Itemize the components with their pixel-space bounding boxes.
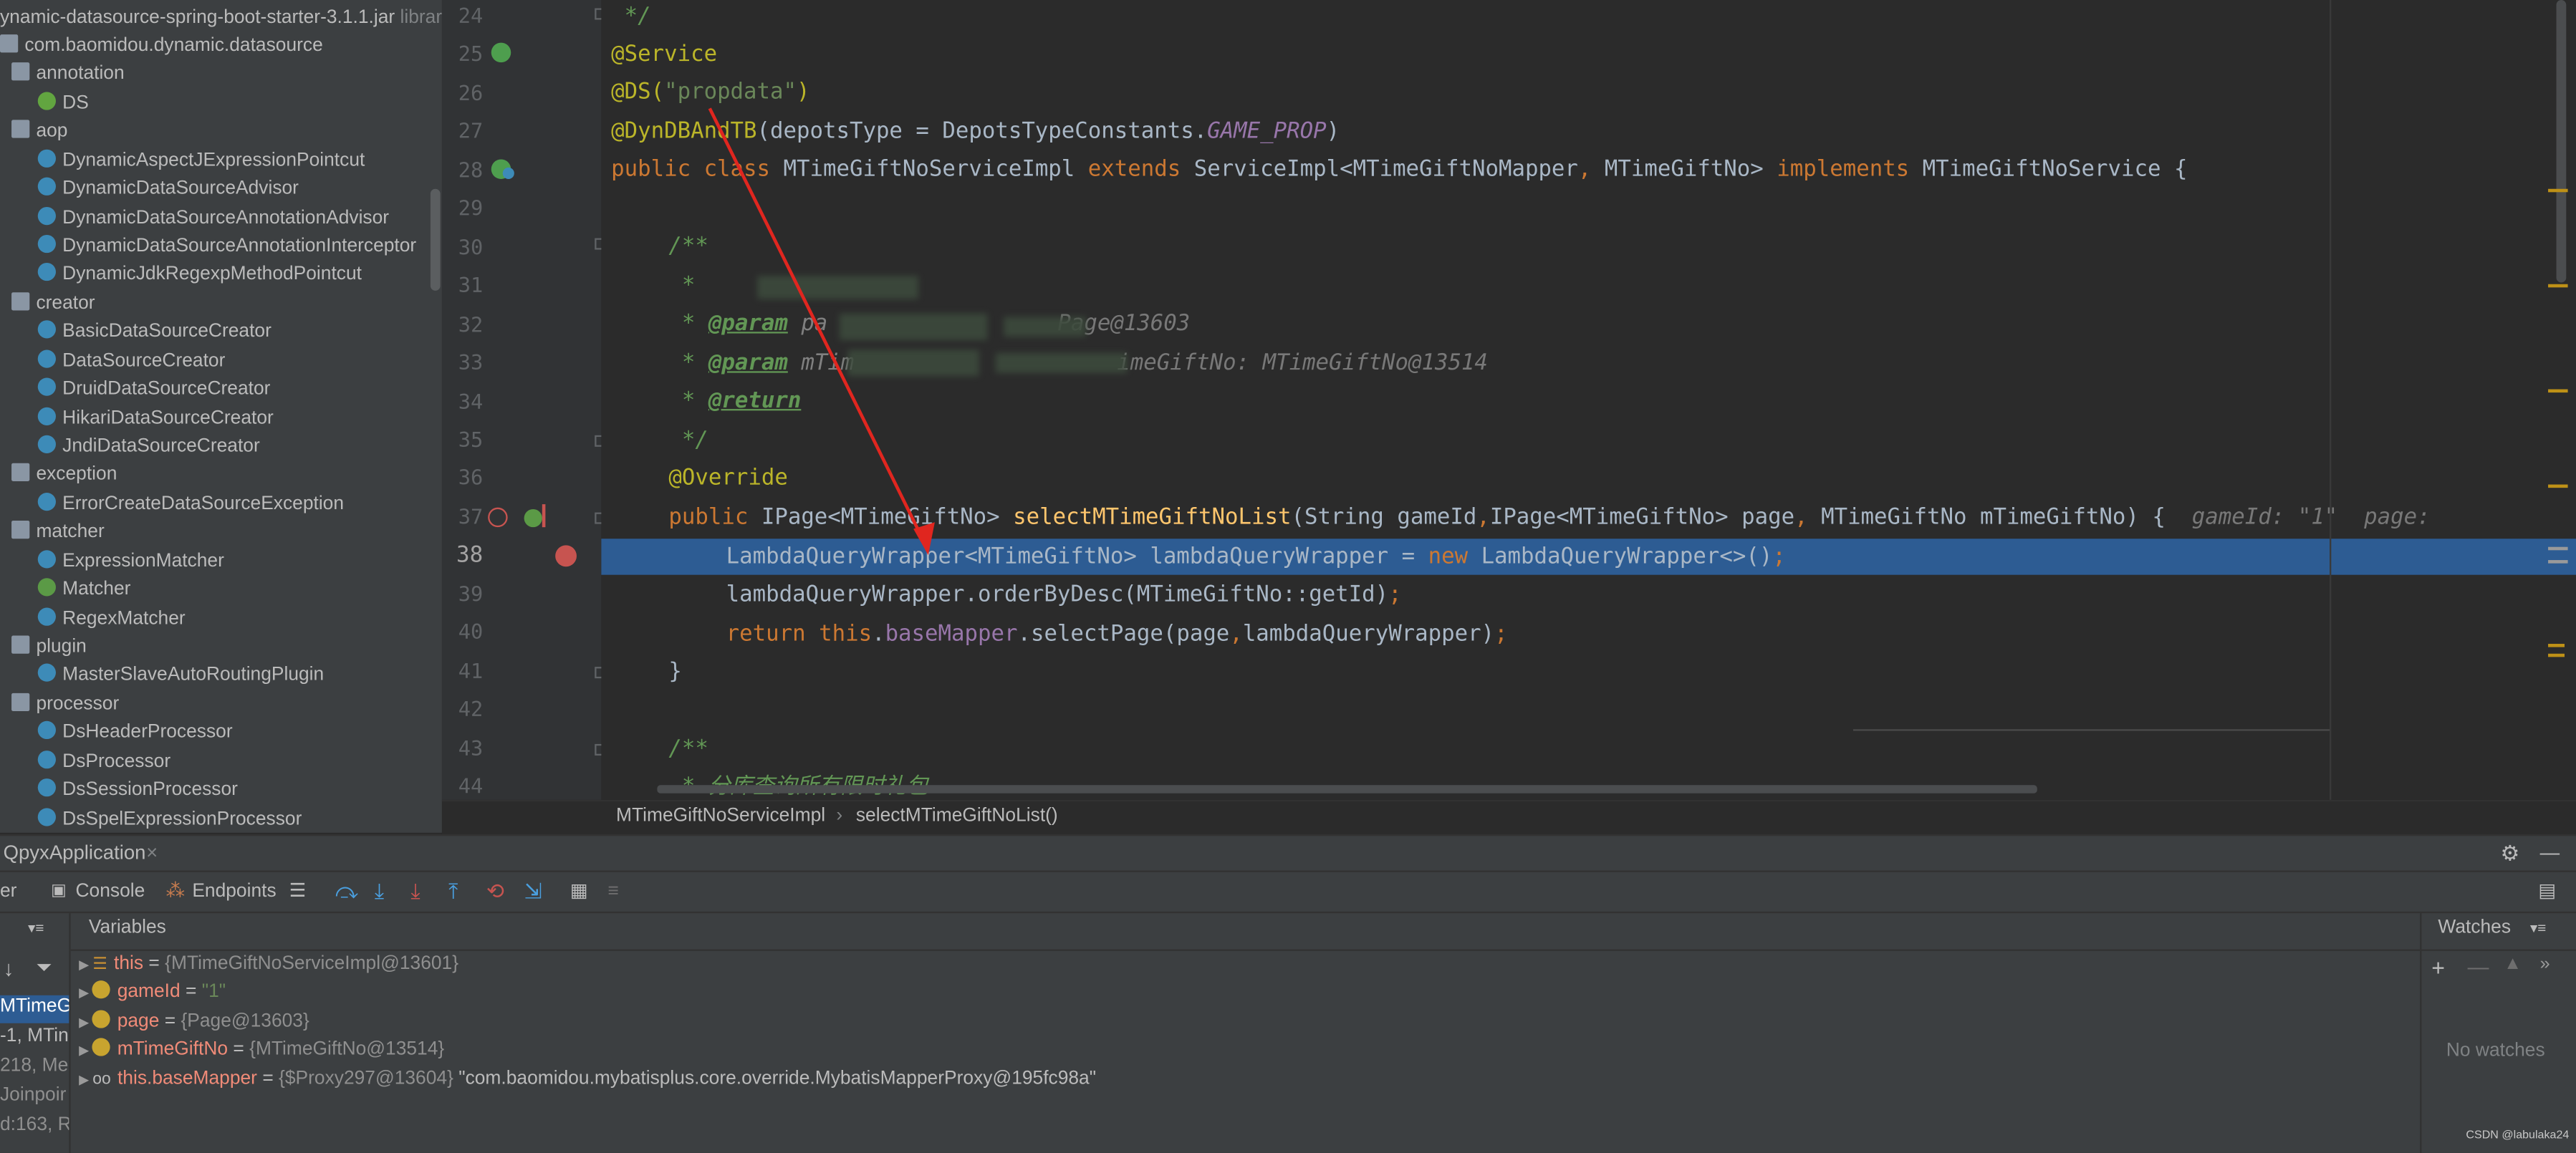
restore-layout-icon[interactable]: ▤ (2538, 872, 2556, 912)
class-icon (37, 807, 56, 826)
divider (2421, 949, 2576, 951)
console-tab[interactable]: Console (75, 872, 145, 912)
breadcrumb-method[interactable]: selectMTimeGiftNoList() (856, 801, 1058, 833)
tree-item[interactable]: DsSpelExpressionProcessor (37, 806, 302, 833)
parameter-icon (92, 1038, 111, 1057)
variables-panel[interactable]: Variables ▶ ☰ this = {MTimeGiftNoServiceI… (70, 913, 2421, 1153)
debug-titlebar: QpyxApplication × ⚙ — (0, 834, 2576, 871)
watermark: CSDN @labulaka24 (2466, 1129, 2570, 1142)
variable-name: mTimeGiftNo (117, 1040, 229, 1060)
variable-name: page (117, 1011, 160, 1031)
equals-sign: = (159, 1011, 181, 1031)
variable-row[interactable]: ▶ ☰ this = {MTimeGiftNoServiceImpl@13601} (79, 951, 458, 979)
expand-arrow-icon[interactable]: ▶ (79, 1043, 92, 1058)
watches-panel[interactable]: Watches ▾≡ + — ▲ » No watches CSDN @labu… (2420, 913, 2576, 1153)
variables-header: Variables (88, 918, 166, 938)
frames-panel[interactable]: ▾≡ ↓ ⏷ MTimeGif -1, MTin 218, Me Joinpoir d:… (0, 913, 71, 1153)
evaluate-expression-icon[interactable]: ▦ (570, 872, 588, 912)
variable-row[interactable]: ▶ gameId = "1" (79, 980, 226, 1008)
expand-arrow-icon[interactable]: ▶ (79, 957, 92, 973)
no-watches-text: No watches (2446, 1041, 2545, 1061)
variable-name: this (114, 954, 144, 974)
breadcrumb-class[interactable]: MTimeGiftNoServiceImpl (616, 801, 825, 833)
equals-sign: = (180, 983, 202, 1003)
watch-icon: oo (92, 1070, 111, 1089)
trace-icon: ≡ (607, 882, 619, 902)
step-out-icon[interactable]: ⤒ (448, 872, 458, 912)
variable-row[interactable]: ▶ oo this.baseMapper = {$Proxy297@13604} … (79, 1065, 1096, 1093)
variable-name: gameId (117, 983, 181, 1003)
variable-value: {MTimeGiftNoServiceImpl@13601} (165, 954, 459, 974)
variable-value: {MTimeGiftNo@13514} (249, 1040, 445, 1060)
watches-header: Watches (2438, 918, 2512, 938)
move-up-icon: ▲ (2504, 954, 2522, 974)
drop-frame-icon[interactable]: ⟲ (486, 872, 504, 912)
minimize-icon[interactable]: — (2540, 836, 2560, 870)
step-over-icon[interactable]: ⤼ (335, 872, 358, 912)
frame-item[interactable]: 218, Me (0, 1056, 68, 1076)
variable-value: "1" (201, 983, 226, 1003)
console-icon: ▣ (51, 882, 67, 900)
endpoints-tab[interactable]: Endpoints (192, 872, 276, 912)
field-icon: ☰ (92, 955, 107, 974)
remove-watch-icon: — (2467, 954, 2489, 979)
force-step-into-icon[interactable]: ⤓ (410, 872, 420, 912)
breadcrumb: MTimeGiftNoServiceImpl › selectMTimeGift… (441, 799, 2576, 835)
variable-row[interactable]: ▶ mTimeGiftNo = {MTimeGiftNo@13514} (79, 1037, 444, 1065)
frame-item[interactable]: -1, MTin (0, 1026, 69, 1046)
breadcrumb-separator: › (836, 806, 843, 826)
run-to-cursor-icon[interactable]: ⇲ (524, 872, 542, 912)
close-tab-icon[interactable]: × (146, 836, 158, 870)
add-watch-icon[interactable]: + (2431, 954, 2445, 980)
parameter-icon (92, 1009, 111, 1028)
expand-arrow-icon[interactable]: ▶ (79, 986, 92, 1001)
gear-icon[interactable]: ⚙ (2501, 836, 2520, 870)
more-icon[interactable]: » (2540, 954, 2550, 974)
variable-value: {Page@13603} (181, 1011, 309, 1031)
variable-name: this.baseMapper (117, 1068, 257, 1089)
variable-value: {$Proxy297@13604} "com.baomidou.mybatisp… (279, 1068, 1097, 1089)
session-tab[interactable]: QpyxApplication (4, 836, 146, 870)
equals-sign: = (256, 1068, 279, 1089)
debugger-tab[interactable]: er (0, 872, 16, 912)
filter-icon[interactable]: ⏷ (36, 956, 52, 980)
red-arrow-annotation (708, 107, 935, 556)
equals-sign: = (143, 954, 165, 974)
expand-arrow-icon[interactable]: ▶ (79, 1015, 92, 1030)
equals-sign: = (228, 1040, 250, 1060)
parameter-icon (92, 981, 111, 1000)
frames-filter-icon[interactable]: ▾≡ (28, 920, 44, 937)
frame-item[interactable]: MTimeGif (0, 997, 69, 1017)
watches-layout-icon[interactable]: ▾≡ (2530, 920, 2546, 937)
down-arrow-icon[interactable]: ↓ (4, 956, 14, 980)
variable-row[interactable]: ▶ page = {Page@13603} (79, 1008, 309, 1036)
debug-toolbar: er ▣ Console ⁂ Endpoints ☰ ⤼ ⤓ ⤓ ⤒ ⟲ ⇲ ▦… (0, 870, 2576, 914)
expand-arrow-icon[interactable]: ▶ (79, 1072, 92, 1087)
frame-item[interactable]: Joinpoir (0, 1086, 66, 1106)
step-into-icon[interactable]: ⤓ (375, 872, 384, 912)
tree-item-label: DsSpelExpressionProcessor (62, 809, 302, 829)
frame-item[interactable]: d:163, Re (0, 1115, 69, 1135)
layout-menu-icon[interactable]: ☰ (289, 872, 307, 912)
endpoints-icon: ⁂ (165, 882, 186, 902)
